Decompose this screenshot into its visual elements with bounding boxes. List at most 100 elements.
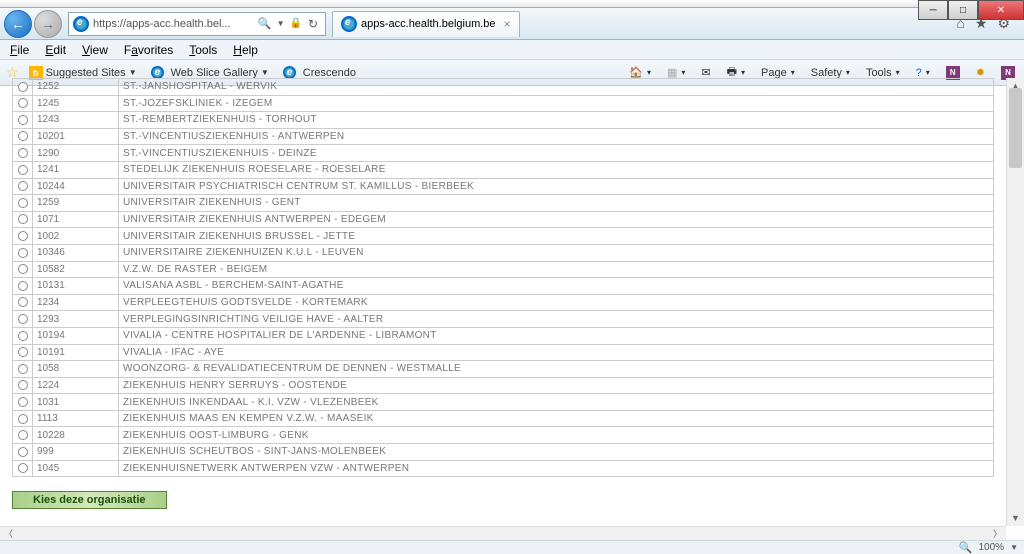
org-id-cell: 10201 [33, 128, 119, 145]
org-id-cell: 1234 [33, 294, 119, 311]
radio-button[interactable] [18, 364, 28, 374]
back-button[interactable]: ← [4, 10, 32, 38]
ie-icon [73, 16, 89, 32]
radio-button[interactable] [18, 148, 28, 158]
dropdown-icon[interactable]: ▼ [277, 19, 285, 28]
table-row: 1241STEDELIJK ZIEKENHUIS ROESELARE - ROE… [13, 161, 994, 178]
org-id-cell: 1002 [33, 228, 119, 245]
zoom-icon[interactable]: 🔍 [959, 541, 973, 554]
browser-tab[interactable]: apps-acc.health.belgium.be × [332, 11, 520, 37]
org-id-cell: 10244 [33, 178, 119, 195]
table-row: 1045ZIEKENHUISNETWERK ANTWERPEN VZW - AN… [13, 460, 994, 477]
org-name-cell: ST.-VINCENTIUSZIEKENHUIS - ANTWERPEN [119, 128, 994, 145]
menu-view[interactable]: View [82, 43, 108, 57]
org-id-cell: 999 [33, 444, 119, 461]
org-name-cell: ZIEKENHUIS SCHEUTBOS - SINT-JANS-MOLENBE… [119, 444, 994, 461]
menu-file[interactable]: File [10, 43, 29, 57]
org-id-cell: 1290 [33, 145, 119, 162]
org-name-cell: UNIVERSITAIR ZIEKENHUIS - GENT [119, 195, 994, 212]
radio-button[interactable] [18, 414, 28, 424]
org-id-cell: 1293 [33, 311, 119, 328]
radio-button[interactable] [18, 447, 28, 457]
vertical-scrollbar[interactable]: ▲ ▼ [1006, 78, 1024, 526]
menu-help[interactable]: Help [233, 43, 258, 57]
org-id-cell: 10228 [33, 427, 119, 444]
menu-favorites[interactable]: Favorites [124, 43, 173, 57]
org-id-cell: 1241 [33, 161, 119, 178]
table-row: 1113ZIEKENHUIS MAAS EN KEMPEN V.Z.W. - M… [13, 410, 994, 427]
radio-button[interactable] [18, 430, 28, 440]
table-row: 1245ST.-JOZEFSKLINIEK - IZEGEM [13, 95, 994, 112]
table-row: 1234VERPLEEGTEHUIS GODTSVELDE - KORTEMAR… [13, 294, 994, 311]
help-icon: ? [916, 67, 922, 79]
dropdown-icon: ▼ [261, 68, 269, 77]
org-id-cell: 10131 [33, 278, 119, 295]
table-row: 10228ZIEKENHUIS OOST-LIMBURG - GENK [13, 427, 994, 444]
org-id-cell: 1252 [33, 79, 119, 96]
table-row: 1058WOONZORG- & REVALIDATIECENTRUM DE DE… [13, 361, 994, 378]
org-id-cell: 1113 [33, 410, 119, 427]
window-maximize-button[interactable]: □ [948, 0, 978, 20]
zoom-dropdown-icon[interactable]: ▼ [1010, 543, 1018, 552]
page-content: 1252ST.-JANSHOSPITAAL - WERVIK1245ST.-JO… [0, 78, 1006, 526]
radio-button[interactable] [18, 165, 28, 175]
table-row: 10201ST.-VINCENTIUSZIEKENHUIS - ANTWERPE… [13, 128, 994, 145]
org-name-cell: ZIEKENHUIS HENRY SERRUYS - OOSTENDE [119, 377, 994, 394]
radio-button[interactable] [18, 198, 28, 208]
table-row: 10582V.Z.W. DE RASTER - BEIGEM [13, 261, 994, 278]
radio-button[interactable] [18, 397, 28, 407]
radio-button[interactable] [18, 248, 28, 258]
radio-button[interactable] [18, 264, 28, 274]
radio-button[interactable] [18, 281, 28, 291]
scroll-down-arrow-icon[interactable]: ▼ [1007, 510, 1024, 526]
radio-button[interactable] [18, 231, 28, 241]
org-name-cell: UNIVERSITAIR ZIEKENHUIS BRUSSEL - JETTE [119, 228, 994, 245]
org-name-cell: ST.-JOZEFSKLINIEK - IZEGEM [119, 95, 994, 112]
org-id-cell: 1045 [33, 460, 119, 477]
radio-button[interactable] [18, 331, 28, 341]
org-name-cell: VERPLEGINGSINRICHTING VEILIGE HAVE - AAL… [119, 311, 994, 328]
horizontal-scrollbar[interactable]: 〈 〉 [0, 526, 1006, 540]
org-name-cell: UNIVERSITAIR PSYCHIATRISCH CENTRUM ST. K… [119, 178, 994, 195]
org-name-cell: ST.-JANSHOSPITAAL - WERVIK [119, 79, 994, 96]
scroll-right-arrow-icon[interactable]: 〉 [993, 527, 1002, 540]
radio-button[interactable] [18, 297, 28, 307]
radio-button[interactable] [18, 347, 28, 357]
org-id-cell: 10191 [33, 344, 119, 361]
radio-button[interactable] [18, 98, 28, 108]
scroll-left-arrow-icon[interactable]: 〈 [4, 527, 13, 540]
scrollbar-thumb[interactable] [1009, 88, 1022, 168]
table-row: 10346UNIVERSITAIRE ZIEKENHUIZEN K.U.L - … [13, 244, 994, 261]
org-id-cell: 1224 [33, 377, 119, 394]
window-close-button[interactable]: ✕ [978, 0, 1024, 20]
refresh-icon[interactable]: ↻ [308, 17, 318, 31]
org-name-cell: ZIEKENHUISNETWERK ANTWERPEN VZW - ANTWER… [119, 460, 994, 477]
table-row: 1031ZIEKENHUIS INKENDAAL - K.I. VZW - VL… [13, 394, 994, 411]
org-name-cell: V.Z.W. DE RASTER - BEIGEM [119, 261, 994, 278]
search-icon[interactable]: 🔍 [258, 17, 272, 30]
radio-button[interactable] [18, 115, 28, 125]
radio-button[interactable] [18, 181, 28, 191]
radio-button[interactable] [18, 380, 28, 390]
radio-button[interactable] [18, 214, 28, 224]
menu-edit[interactable]: Edit [45, 43, 66, 57]
organisation-table: 1252ST.-JANSHOSPITAAL - WERVIK1245ST.-JO… [12, 78, 994, 477]
radio-button[interactable] [18, 314, 28, 324]
table-row: 10194VIVALIA - CENTRE HOSPITALIER DE L'A… [13, 327, 994, 344]
radio-button[interactable] [18, 131, 28, 141]
table-row: 10191VIVALIA - IFAC - AYE [13, 344, 994, 361]
choose-organisation-button[interactable]: Kies deze organisatie [12, 491, 167, 509]
url-text: https://apps-acc.health.bel... [93, 18, 231, 30]
window-minimize-button[interactable]: ─ [918, 0, 948, 20]
org-id-cell: 1031 [33, 394, 119, 411]
address-bar[interactable]: https://apps-acc.health.bel... 🔍 ▼ 🔒 ↻ [68, 12, 326, 36]
org-id-cell: 1071 [33, 211, 119, 228]
forward-button[interactable]: → [34, 10, 62, 38]
radio-button[interactable] [18, 463, 28, 473]
radio-button[interactable] [18, 82, 28, 92]
tab-title: apps-acc.health.belgium.be [361, 18, 496, 30]
titlebar [0, 0, 1024, 8]
menu-tools[interactable]: Tools [189, 43, 217, 57]
tab-close-icon[interactable]: × [504, 17, 511, 31]
lock-icon: 🔒 [289, 18, 301, 29]
